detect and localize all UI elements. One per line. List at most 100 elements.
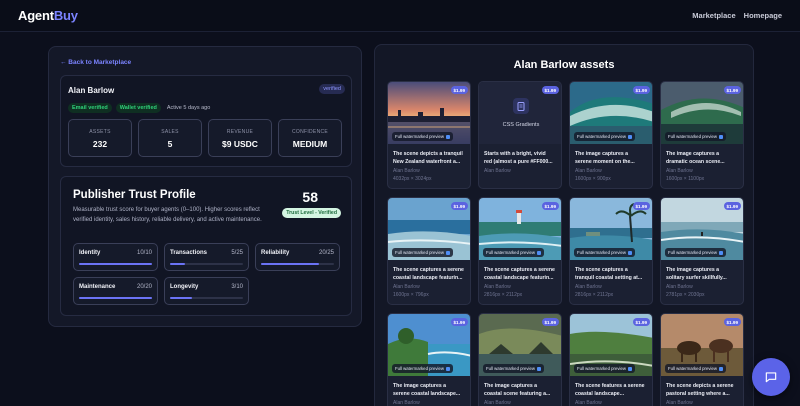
asset-card[interactable]: Full watermarked preview $1.99 The image c… bbox=[387, 313, 471, 406]
asset-card[interactable]: Full watermarked preview $1.99 The scene f… bbox=[569, 313, 653, 406]
trust-score: 58 bbox=[302, 189, 318, 205]
asset-thumbnail[interactable]: Full watermarked preview $1.99 bbox=[388, 198, 470, 260]
trust-profile-card: Publisher Trust Profile Measurable trust… bbox=[60, 176, 352, 316]
asset-author: Alan Barlow bbox=[393, 400, 420, 406]
watermark-preview-label: Full watermarked preview bbox=[486, 366, 535, 371]
asset-author: Alan Barlow bbox=[575, 284, 602, 290]
price-badge: $1.99 bbox=[723, 318, 741, 326]
watermark-preview-label: Full watermarked preview bbox=[577, 366, 626, 371]
nav-link-homepage[interactable]: Homepage bbox=[744, 11, 782, 20]
asset-dimensions: 2816px × 2112px bbox=[575, 292, 614, 298]
asset-thumbnail[interactable]: CSS Gradients $1.99 bbox=[479, 82, 561, 144]
stat-label: SALES bbox=[161, 129, 179, 135]
stat-revenue: REVENUE $9 USDC bbox=[208, 119, 272, 157]
asset-card[interactable]: Full watermarked preview $1.99 The scene c… bbox=[478, 197, 562, 305]
stat-confidence: CONFIDENCE MEDIUM bbox=[278, 119, 342, 157]
price-badge: $1.99 bbox=[541, 318, 559, 326]
asset-card[interactable]: Full watermarked preview $1.99 The scene c… bbox=[387, 197, 471, 305]
asset-dimensions: 2781px × 2030px bbox=[666, 292, 705, 298]
preview-icon bbox=[718, 134, 723, 139]
top-nav: AgentBuy Marketplace Homepage bbox=[0, 0, 800, 32]
preview-icon bbox=[536, 250, 541, 255]
asset-thumbnail[interactable]: Full watermarked preview $1.99 bbox=[570, 314, 652, 376]
price-badge: $1.99 bbox=[723, 202, 741, 210]
watermark-preview-label: Full watermarked preview bbox=[668, 134, 717, 139]
logo[interactable]: AgentBuy bbox=[18, 8, 78, 23]
wallet-verified-badge: Wallet verified bbox=[115, 103, 161, 113]
asset-thumbnail[interactable]: Full watermarked preview $1.99 bbox=[661, 314, 743, 376]
asset-card[interactable]: Full watermarked preview $1.99 The image c… bbox=[660, 81, 744, 189]
metric-progress-fill bbox=[261, 263, 320, 265]
publisher-profile-card: Alan Barlow verified Email verified Wall… bbox=[60, 75, 352, 167]
price-badge: $1.99 bbox=[541, 202, 559, 210]
metric-progress-track bbox=[79, 263, 152, 265]
asset-card[interactable]: Full watermarked preview $1.99 The image c… bbox=[660, 197, 744, 305]
watermark-preview-tag: Full watermarked preview bbox=[483, 248, 544, 257]
asset-thumbnail[interactable]: Full watermarked preview $1.99 bbox=[661, 198, 743, 260]
price-badge: $1.99 bbox=[450, 202, 468, 210]
stat-value: MEDIUM bbox=[292, 139, 328, 149]
metric-transactions: Transactions 5/25 bbox=[164, 243, 249, 271]
asset-description: The image captures a serene coastal land… bbox=[393, 383, 461, 397]
asset-description: The image captures a solitary surfer ski… bbox=[666, 267, 727, 281]
asset-thumbnail[interactable]: Full watermarked preview $1.99 bbox=[479, 314, 561, 376]
assets-title: Alan Barlow assets bbox=[513, 59, 615, 71]
preview-icon bbox=[445, 250, 450, 255]
document-icon bbox=[513, 98, 529, 114]
asset-author: Alan Barlow bbox=[666, 168, 693, 174]
asset-card[interactable]: Full watermarked preview $1.99 The image c… bbox=[478, 313, 562, 406]
asset-card[interactable]: Full watermarked preview $1.99 The scene d… bbox=[387, 81, 471, 189]
metric-progress-fill bbox=[79, 297, 152, 299]
metric-reliability: Reliability 20/25 bbox=[255, 243, 340, 271]
asset-card[interactable]: CSS Gradients $1.99 Starts with a bright, … bbox=[478, 81, 562, 189]
asset-thumbnail[interactable]: Full watermarked preview $1.99 bbox=[479, 198, 561, 260]
asset-thumbnail[interactable]: Full watermarked preview $1.99 bbox=[570, 198, 652, 260]
chat-button[interactable] bbox=[752, 358, 790, 396]
metric-score: 3/10 bbox=[231, 284, 243, 290]
watermark-preview-label: Full watermarked preview bbox=[395, 366, 444, 371]
watermark-preview-label: Full watermarked preview bbox=[668, 250, 717, 255]
asset-card[interactable]: Full watermarked preview $1.99 The scene c… bbox=[569, 197, 653, 305]
asset-card[interactable]: Full watermarked preview $1.99 The scene d… bbox=[660, 313, 744, 406]
price-badge: $1.99 bbox=[632, 86, 650, 94]
asset-author: Alan Barlow bbox=[575, 168, 602, 174]
asset-description: The scene features a serene coastal land… bbox=[575, 383, 645, 397]
metric-score: 20/20 bbox=[136, 284, 152, 290]
asset-thumbnail[interactable]: Full watermarked preview $1.99 bbox=[388, 82, 470, 144]
metric-progress-track bbox=[170, 297, 243, 299]
price-badge: $1.99 bbox=[450, 318, 468, 326]
metric-progress-fill bbox=[170, 263, 185, 265]
watermark-preview-tag: Full watermarked preview bbox=[392, 248, 453, 257]
preview-icon bbox=[445, 366, 450, 371]
asset-dimensions: 2816px × 2112px bbox=[484, 292, 523, 298]
asset-description: The image captures a serene moment on th… bbox=[575, 151, 635, 165]
email-verified-badge: Email verified bbox=[68, 103, 112, 113]
asset-dimensions: 4032px × 3024px bbox=[393, 176, 432, 182]
watermark-preview-tag: Full watermarked preview bbox=[483, 364, 544, 373]
watermark-preview-label: Full watermarked preview bbox=[668, 366, 717, 371]
asset-description: The scene depicts a serene pastoral sett… bbox=[666, 383, 734, 397]
stat-value: $9 USDC bbox=[222, 139, 258, 149]
watermark-preview-label: Full watermarked preview bbox=[395, 134, 444, 139]
asset-thumbnail[interactable]: Full watermarked preview $1.99 bbox=[388, 314, 470, 376]
trust-profile-title: Publisher Trust Profile bbox=[73, 189, 196, 201]
preview-icon bbox=[718, 366, 723, 371]
stat-label: ASSETS bbox=[89, 129, 111, 135]
trust-profile-description: Measurable trust score for buyer agents … bbox=[73, 207, 262, 223]
asset-author: Alan Barlow bbox=[575, 400, 602, 406]
asset-author: Alan Barlow bbox=[484, 284, 511, 290]
metric-label: Maintenance bbox=[79, 284, 116, 290]
asset-author: Alan Barlow bbox=[393, 168, 420, 174]
asset-card[interactable]: Full watermarked preview $1.99 The image c… bbox=[569, 81, 653, 189]
asset-thumbnail[interactable]: Full watermarked preview $1.99 bbox=[570, 82, 652, 144]
logo-buy-text: Buy bbox=[53, 8, 78, 23]
asset-author: Alan Barlow bbox=[666, 284, 693, 290]
asset-description: Starts with a bright, vivid red (almost … bbox=[484, 151, 553, 165]
asset-dimensions: 1600px × 796px bbox=[393, 292, 429, 298]
watermark-preview-label: Full watermarked preview bbox=[395, 250, 444, 255]
asset-thumbnail[interactable]: Full watermarked preview $1.99 bbox=[661, 82, 743, 144]
back-to-marketplace-link[interactable]: ← Back to Marketplace bbox=[60, 59, 131, 66]
watermark-preview-label: Full watermarked preview bbox=[577, 250, 626, 255]
watermark-preview-label: Full watermarked preview bbox=[486, 250, 535, 255]
nav-link-marketplace[interactable]: Marketplace bbox=[692, 11, 735, 20]
